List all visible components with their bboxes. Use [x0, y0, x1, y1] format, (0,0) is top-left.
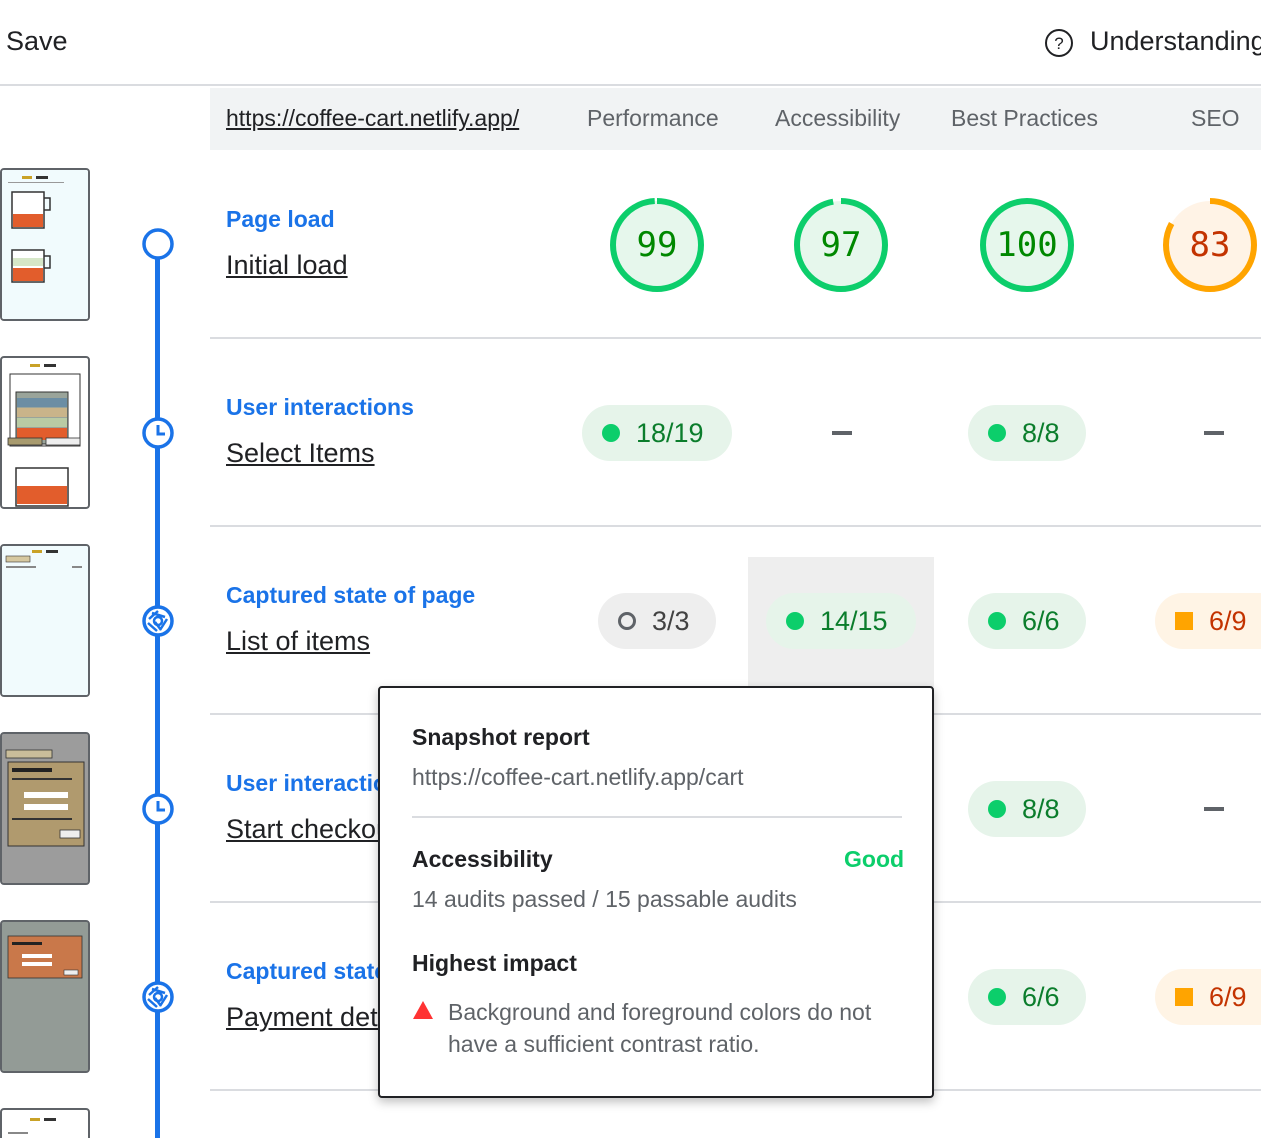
column-header-best-practices: Best Practices — [951, 105, 1098, 131]
best-practices-audit-fraction[interactable]: 8/8 — [968, 405, 1086, 461]
seo-score-gauge[interactable]: 83 — [1160, 195, 1260, 295]
step-type-label: User interactions — [226, 394, 414, 420]
snapshot-report-tooltip: Snapshot report https://coffee-cart.netl… — [378, 686, 934, 1098]
column-header-accessibility: Accessibility — [775, 105, 901, 131]
no-score-dash — [1204, 431, 1224, 435]
tooltip-issue-text: Background and foreground colors do not … — [448, 999, 872, 1057]
timespan-clock-icon — [141, 792, 175, 826]
neutral-ring-icon — [618, 612, 636, 630]
step-name-link[interactable]: Start checkout — [226, 814, 399, 845]
step-screenshot-thumbnail[interactable] — [0, 168, 90, 321]
step-screenshot-thumbnail[interactable] — [0, 920, 90, 1073]
seo-audit-fraction[interactable]: 6/9 — [1155, 969, 1261, 1025]
pass-dot-icon — [786, 612, 804, 630]
step-screenshot-thumbnail[interactable] — [0, 544, 90, 697]
accessibility-score-gauge[interactable]: 97 — [791, 195, 891, 295]
pass-dot-icon — [988, 800, 1006, 818]
step-type-label: Page load — [226, 206, 335, 232]
tooltip-category: Accessibility — [412, 846, 553, 872]
row-divider — [210, 337, 1261, 339]
navigation-circle-icon — [141, 227, 175, 261]
average-square-icon — [1175, 988, 1193, 1006]
fail-triangle-icon — [413, 1001, 433, 1019]
step-name-link[interactable]: Select Items — [226, 438, 375, 469]
column-header-performance: Performance — [587, 105, 719, 131]
tooltip-url: https://coffee-cart.netlify.app/cart — [412, 764, 744, 790]
pass-dot-icon — [988, 988, 1006, 1006]
step-name-link[interactable]: List of items — [226, 626, 370, 657]
step-name-link[interactable]: Initial load — [226, 250, 348, 281]
timespan-clock-icon — [141, 416, 175, 450]
snapshot-aperture-icon — [141, 980, 175, 1014]
tooltip-divider — [412, 816, 902, 818]
top-bar: Save ? Understanding — [0, 0, 1261, 86]
average-square-icon — [1175, 612, 1193, 630]
summary-header-row: https://coffee-cart.netlify.app/ Perform… — [210, 88, 1261, 150]
best-practices-audit-fraction[interactable]: 8/8 — [968, 781, 1086, 837]
pass-dot-icon — [988, 612, 1006, 630]
gauge-score-value: 83 — [1189, 225, 1231, 265]
step-screenshot-thumbnail[interactable] — [0, 1108, 90, 1138]
step-screenshot-thumbnail[interactable] — [0, 732, 90, 885]
column-header-seo: SEO — [1191, 105, 1240, 131]
performance-score-gauge[interactable]: 99 — [607, 195, 707, 295]
tooltip-rating: Good — [844, 846, 905, 872]
report-url-link[interactable]: https://coffee-cart.netlify.app/ — [226, 105, 519, 132]
best-practices-audit-fraction[interactable]: 6/6 — [968, 969, 1086, 1025]
tooltip-highest-impact-heading: Highest impact — [412, 950, 577, 976]
tooltip-audit-summary: 14 audits passed / 15 passable audits — [412, 886, 797, 912]
no-score-dash — [1204, 807, 1224, 811]
gauge-score-value: 99 — [636, 225, 678, 265]
snapshot-aperture-icon — [141, 604, 175, 638]
best-practices-score-gauge[interactable]: 100 — [977, 195, 1077, 295]
seo-audit-fraction[interactable]: 6/9 — [1155, 593, 1261, 649]
help-label: Understanding — [1090, 26, 1261, 56]
performance-audit-fraction[interactable]: 3/3 — [598, 593, 716, 649]
performance-audit-fraction[interactable]: 18/19 — [582, 405, 732, 461]
svg-text:?: ? — [1054, 34, 1063, 53]
pass-dot-icon — [602, 424, 620, 442]
pass-dot-icon — [988, 424, 1006, 442]
best-practices-audit-fraction[interactable]: 6/6 — [968, 593, 1086, 649]
accessibility-audit-fraction[interactable]: 14/15 — [766, 593, 916, 649]
help-circle-icon: ? — [1045, 29, 1073, 57]
row-divider — [210, 525, 1261, 527]
tooltip-title: Snapshot report — [412, 724, 590, 750]
no-score-dash — [832, 431, 852, 435]
save-button[interactable]: Save — [6, 26, 68, 57]
step-screenshot-thumbnail[interactable] — [0, 356, 90, 509]
gauge-score-value: 97 — [820, 225, 862, 265]
step-type-label: Captured state of page — [226, 582, 476, 608]
gauge-score-value: 100 — [996, 225, 1058, 265]
